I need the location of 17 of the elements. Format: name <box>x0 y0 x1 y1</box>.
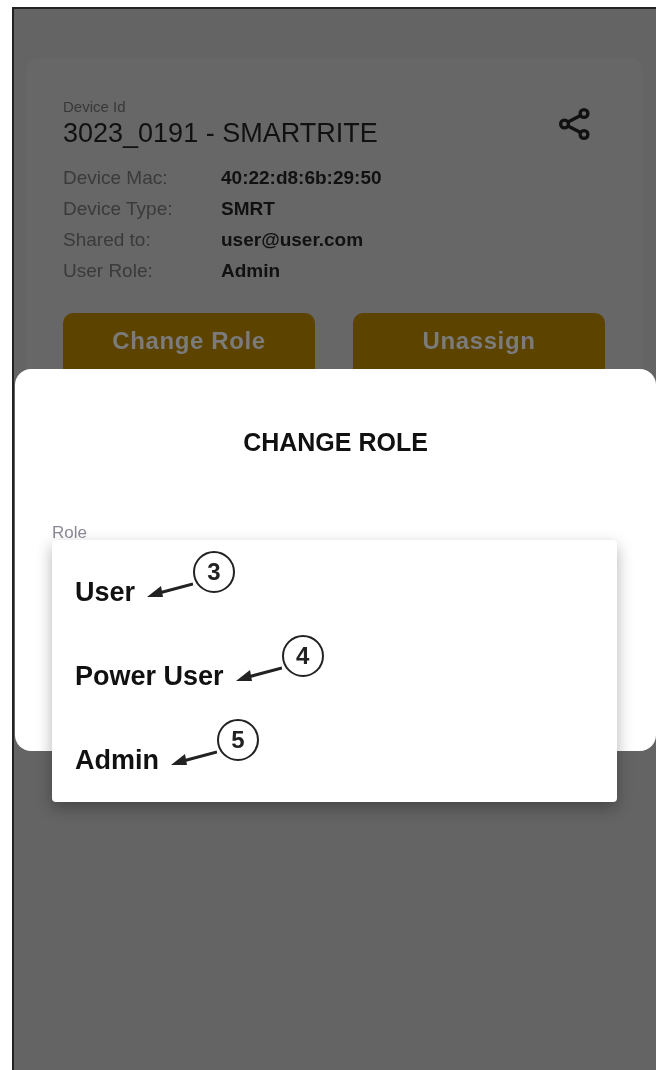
role-label: Role <box>52 521 88 544</box>
field-value: SMRT <box>221 196 275 221</box>
share-icon[interactable] <box>557 106 593 142</box>
role-option[interactable]: Admin <box>75 739 159 781</box>
callout-arrow <box>147 581 194 599</box>
device-title: 3023_0191 - SMARTRITE <box>63 116 378 150</box>
callout-number: 3 <box>193 551 236 593</box>
role-option[interactable]: User <box>75 571 136 613</box>
callout-arrow <box>235 665 282 683</box>
callout-arrow <box>171 749 217 767</box>
dialog-title: CHANGE ROLE <box>242 427 429 458</box>
role-option[interactable]: Power User <box>75 655 224 697</box>
field-value: 40:22:d8:6b:29:50 <box>221 165 382 190</box>
field-value: Admin <box>221 258 281 283</box>
field-value: user@user.com <box>221 227 364 252</box>
callout-number: 4 <box>281 635 324 677</box>
callout-number: 5 <box>217 719 259 761</box>
